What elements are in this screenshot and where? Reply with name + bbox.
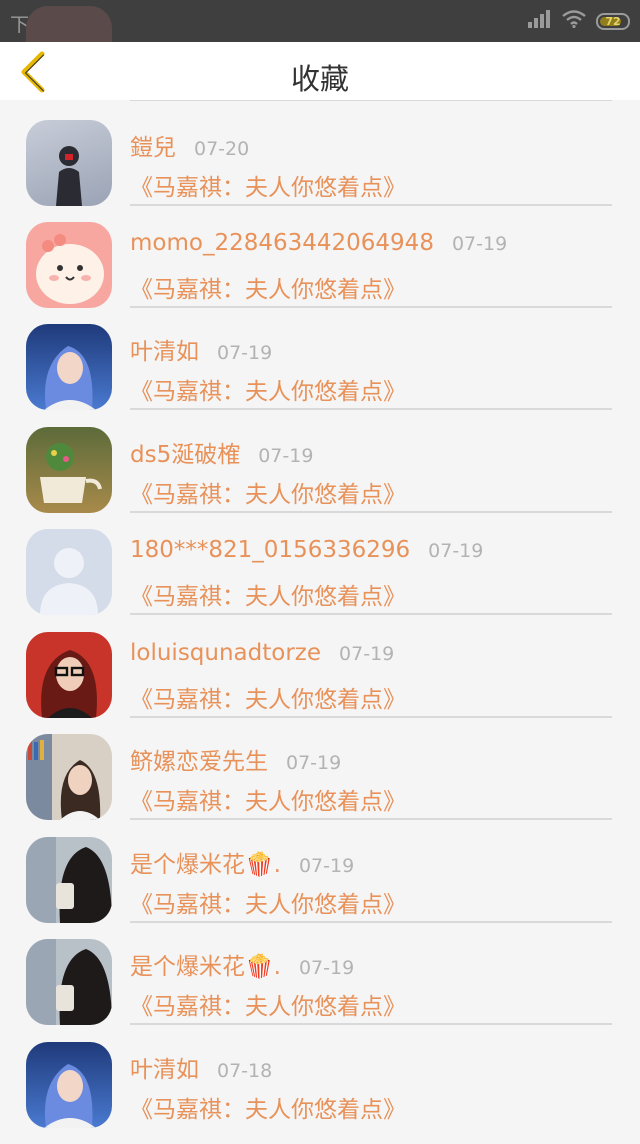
divider: [130, 921, 612, 923]
book-title[interactable]: 《马嘉祺：夫人你悠着点》: [130, 1090, 406, 1124]
date: 07-18: [217, 1060, 273, 1082]
avatar-photo-girl: [26, 939, 112, 1025]
username[interactable]: loluisqunadtorze: [130, 640, 321, 666]
list-item[interactable]: 180***821_0156336296 07-19 《马嘉祺：夫人你悠着点》: [0, 529, 640, 631]
date: 07-19: [286, 752, 342, 774]
username[interactable]: ds5涎破榷: [130, 435, 240, 469]
avatar-red-hair-girl: [26, 632, 112, 718]
item-meta: 鲚嫘恋爱先生 07-19: [130, 742, 341, 778]
book-title[interactable]: 《马嘉祺：夫人你悠着点》: [130, 372, 406, 406]
avatar-cartoon-blob: [26, 222, 112, 308]
book-title[interactable]: 《马嘉祺：夫人你悠着点》: [130, 475, 406, 509]
item-meta: 叶清如 07-18: [130, 1050, 272, 1086]
date: 07-19: [451, 233, 508, 255]
nav-bar: 收藏: [0, 42, 640, 100]
list-item[interactable]: 是个爆米花🍿. 07-19 《马嘉祺：夫人你悠着点》: [0, 939, 640, 1041]
divider: [130, 204, 612, 206]
favorites-list: 鎧兒 07-20 《马嘉祺：夫人你悠着点》 momo_2284634420649…: [0, 0, 640, 1138]
list-item[interactable]: ds5涎破榷 07-19 《马嘉祺：夫人你悠着点》: [0, 427, 640, 529]
username[interactable]: 鲚嫘恋爱先生: [130, 742, 268, 776]
item-meta: 是个爆米花🍿. 07-19: [130, 845, 354, 881]
username[interactable]: 叶清如: [130, 1050, 199, 1084]
divider: [130, 408, 612, 410]
book-title[interactable]: 《马嘉祺：夫人你悠着点》: [130, 168, 406, 202]
list-item[interactable]: momo_228463442064948 07-19 《马嘉祺：夫人你悠着点》: [0, 222, 640, 324]
avatar-bookshelf-girl: [26, 734, 112, 820]
list-item[interactable]: 鲚嫘恋爱先生 07-19 《马嘉祺：夫人你悠着点》: [0, 734, 640, 836]
item-meta: 是个爆米花🍿. 07-19: [130, 947, 354, 983]
username[interactable]: momo_228463442064948: [130, 230, 434, 256]
divider: [130, 306, 612, 308]
divider: [130, 818, 612, 820]
username[interactable]: 是个爆米花🍿.: [130, 845, 281, 879]
avatar-photo-girl: [26, 837, 112, 923]
page-title: 收藏: [290, 62, 349, 96]
username[interactable]: 叶清如: [130, 332, 199, 366]
date: 07-19: [428, 540, 484, 562]
date: 07-20: [194, 138, 250, 160]
date: 07-19: [258, 445, 314, 467]
username[interactable]: 180***821_0156336296: [130, 537, 410, 563]
list-item[interactable]: 是个爆米花🍿. 07-19 《马嘉祺：夫人你悠着点》: [0, 837, 640, 939]
list-item[interactable]: 叶清如 07-18 《马嘉祺：夫人你悠着点》: [0, 1042, 640, 1144]
list-item[interactable]: 叶清如 07-19 《马嘉祺：夫人你悠着点》: [0, 324, 640, 426]
avatar-blue-hair-girl: [26, 324, 112, 410]
book-title[interactable]: 《马嘉祺：夫人你悠着点》: [130, 987, 406, 1021]
avatar-blue-hair-girl: [26, 1042, 112, 1128]
divider: [130, 1023, 612, 1025]
book-title[interactable]: 《马嘉祺：夫人你悠着点》: [130, 885, 406, 919]
list-item[interactable]: loluisqunadtorze 07-19 《马嘉祺：夫人你悠着点》: [0, 632, 640, 734]
divider: [130, 613, 612, 615]
item-meta: 鎧兒 07-20: [130, 128, 249, 164]
divider: [130, 511, 612, 513]
item-meta: 180***821_0156336296 07-19: [130, 537, 483, 573]
avatar-default-user-icon: [26, 529, 112, 615]
item-meta: loluisqunadtorze 07-19: [130, 640, 394, 676]
book-title[interactable]: 《马嘉祺：夫人你悠着点》: [130, 577, 406, 611]
book-title[interactable]: 《马嘉祺：夫人你悠着点》: [130, 270, 406, 304]
divider: [130, 716, 612, 718]
item-meta: momo_228463442064948 07-19: [130, 230, 507, 266]
username[interactable]: 是个爆米花🍿.: [130, 947, 281, 981]
username[interactable]: 鎧兒: [130, 128, 176, 162]
date: 07-19: [298, 957, 355, 979]
date: 07-19: [298, 855, 355, 877]
item-meta: ds5涎破榷 07-19: [130, 435, 313, 471]
list-item[interactable]: 鎧兒 07-20 《马嘉祺：夫人你悠着点》: [0, 120, 640, 222]
book-title[interactable]: 《马嘉祺：夫人你悠着点》: [130, 680, 406, 714]
book-title[interactable]: 《马嘉祺：夫人你悠着点》: [130, 782, 406, 816]
avatar-flower-pot: [26, 427, 112, 513]
item-meta: 叶清如 07-19: [130, 332, 272, 368]
date: 07-19: [217, 342, 273, 364]
avatar-girl-silhouette: [26, 120, 112, 206]
date: 07-19: [339, 643, 395, 665]
